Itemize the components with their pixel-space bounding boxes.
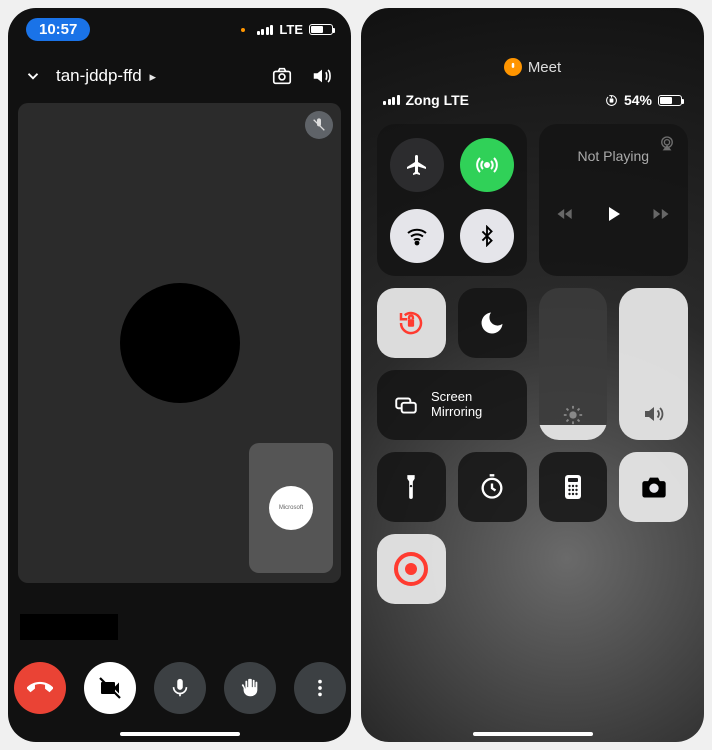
app-using-mic-pill[interactable]: Meet xyxy=(361,8,704,84)
home-indicator[interactable] xyxy=(473,732,593,736)
participant-name-overlay xyxy=(20,614,118,640)
status-right: LTE xyxy=(241,22,333,37)
status-time-pill[interactable]: 10:57 xyxy=(26,18,90,41)
screen-mirroring-label-2: Mirroring xyxy=(431,405,482,420)
self-avatar: Microsoft xyxy=(269,486,313,530)
airplay-icon[interactable] xyxy=(658,134,676,152)
orientation-lock-toggle[interactable] xyxy=(377,288,446,358)
media-controls xyxy=(555,202,671,226)
connectivity-panel[interactable] xyxy=(377,124,527,276)
previous-track-button[interactable] xyxy=(555,204,575,224)
battery-icon xyxy=(309,24,333,35)
timer-button[interactable] xyxy=(458,452,527,522)
camera-button[interactable] xyxy=(619,452,688,522)
app-using-mic-label: Meet xyxy=(528,59,561,76)
now-playing-label: Not Playing xyxy=(577,148,649,164)
raise-hand-button[interactable] xyxy=(224,662,276,714)
recording-indicator-dot xyxy=(241,28,245,32)
cellular-data-toggle[interactable] xyxy=(460,138,514,192)
speaker-button[interactable] xyxy=(309,63,335,89)
control-center-screen: Meet Zong LTE 54% xyxy=(361,8,704,742)
screen-mirroring-label-1: Screen xyxy=(431,390,482,405)
record-icon xyxy=(394,552,428,586)
meet-call-screen: 10:57 LTE tan-jddp-ffd ▸ Microsoft xyxy=(8,8,351,742)
orientation-lock-indicator-icon xyxy=(605,94,618,107)
cc-status-bar: Zong LTE 54% xyxy=(361,84,704,118)
self-view-tile[interactable]: Microsoft xyxy=(249,443,333,573)
mic-in-use-icon xyxy=(504,58,522,76)
call-header: tan-jddp-ffd ▸ xyxy=(8,47,351,97)
carrier-label: LTE xyxy=(279,22,303,37)
volume-icon xyxy=(642,402,666,426)
screen-record-button[interactable] xyxy=(377,534,446,604)
signal-bars-icon xyxy=(257,25,274,35)
calculator-button[interactable] xyxy=(539,452,608,522)
battery-icon xyxy=(658,95,682,106)
volume-slider[interactable] xyxy=(619,288,688,440)
airplane-mode-toggle[interactable] xyxy=(390,138,444,192)
mic-button[interactable] xyxy=(154,662,206,714)
wifi-toggle[interactable] xyxy=(390,209,444,263)
camera-off-button[interactable] xyxy=(84,662,136,714)
call-controls xyxy=(8,662,351,714)
switch-camera-button[interactable] xyxy=(269,63,295,89)
end-call-button[interactable] xyxy=(14,662,66,714)
meeting-id-text: tan-jddp-ffd xyxy=(56,66,142,85)
participant-muted-icon xyxy=(305,111,333,139)
signal-bars-icon xyxy=(383,95,400,105)
main-video-tile[interactable]: Microsoft xyxy=(18,103,341,583)
brightness-slider[interactable] xyxy=(539,288,608,440)
play-button[interactable] xyxy=(601,202,625,226)
caret-right-icon: ▸ xyxy=(149,69,156,84)
collapse-chevron-icon[interactable] xyxy=(24,67,42,85)
control-center-grid: Not Playing xyxy=(361,118,704,604)
next-track-button[interactable] xyxy=(651,204,671,224)
do-not-disturb-toggle[interactable] xyxy=(458,288,527,358)
meeting-id[interactable]: tan-jddp-ffd ▸ xyxy=(56,66,255,86)
home-indicator[interactable] xyxy=(120,732,240,736)
more-options-button[interactable] xyxy=(294,662,346,714)
battery-percent: 54% xyxy=(624,92,652,108)
screen-mirroring-icon xyxy=(393,392,419,418)
media-panel[interactable]: Not Playing xyxy=(539,124,689,276)
participant-avatar xyxy=(120,283,240,403)
screen-mirroring-button[interactable]: Screen Mirroring xyxy=(377,370,527,440)
status-bar: 10:57 LTE xyxy=(8,8,351,47)
bluetooth-toggle[interactable] xyxy=(460,209,514,263)
brightness-icon xyxy=(562,404,584,426)
carrier-label: Zong LTE xyxy=(406,92,470,108)
flashlight-button[interactable] xyxy=(377,452,446,522)
